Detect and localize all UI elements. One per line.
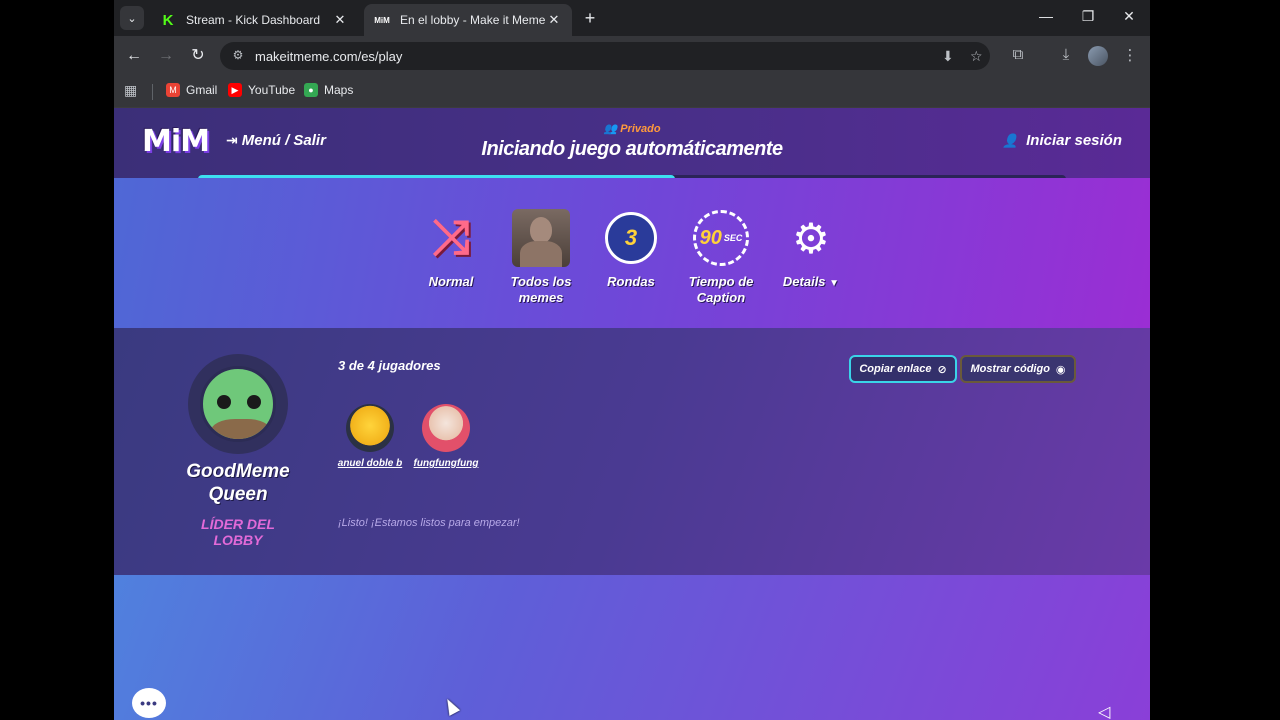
lobby-panel: GoodMeme Queen LÍDER DEL LOBBY 3 de 4 ju… bbox=[114, 328, 1150, 575]
bookmark-youtube[interactable]: ▶ YouTube bbox=[228, 83, 295, 97]
player-name[interactable]: anuel doble b bbox=[332, 458, 408, 469]
memes-thumbnail-icon bbox=[511, 208, 571, 268]
install-app-icon[interactable]: ⬇ bbox=[942, 48, 954, 65]
browser-window: ⌄ K Stream - Kick Dashboard ✕ MiM En el … bbox=[114, 0, 1150, 720]
rounds-icon: 3 bbox=[601, 208, 661, 268]
restore-icon[interactable]: ❐ bbox=[1078, 8, 1098, 25]
people-icon: 👥 bbox=[603, 123, 618, 135]
copy-link-label: Copiar enlace bbox=[859, 363, 932, 375]
gmail-icon: M bbox=[166, 83, 180, 97]
maps-icon: ● bbox=[304, 83, 318, 97]
menu-kebab-icon[interactable]: ⋮ bbox=[1120, 46, 1140, 64]
game-settings: ⤨ Normal Todos los memes 3 Rondas 90 SEC … bbox=[114, 178, 1150, 328]
timer-unit: SEC bbox=[723, 233, 743, 243]
bookmark-maps[interactable]: ● Maps bbox=[304, 83, 353, 97]
setting-mode[interactable]: ⤨ Normal bbox=[406, 208, 496, 290]
forward-icon[interactable]: → bbox=[156, 46, 176, 66]
user-icon: 👤 bbox=[1001, 132, 1019, 148]
chat-bubble-icon[interactable]: ••• bbox=[132, 688, 166, 718]
mim-icon: MiM bbox=[374, 15, 390, 25]
bookmark-label: Gmail bbox=[186, 83, 218, 97]
site-header: MiM ⇥ Menú / Salir 👥 Privado Iniciando j… bbox=[114, 108, 1150, 183]
setting-caption-time[interactable]: 90 SEC Tiempo de Caption bbox=[676, 208, 766, 306]
shuffle-icon: ⤨ bbox=[431, 211, 471, 264]
gear-icon: ⚙ bbox=[792, 214, 830, 262]
bookmark-gmail[interactable]: M Gmail bbox=[166, 83, 217, 97]
link-icon: ⊘ bbox=[937, 363, 947, 376]
copy-link-button[interactable]: Copiar enlace ⊘ bbox=[849, 355, 957, 383]
tab-kick-dashboard[interactable]: K Stream - Kick Dashboard ✕ bbox=[150, 4, 358, 36]
setting-label: Normal bbox=[428, 274, 474, 289]
avatar bbox=[346, 404, 394, 452]
leader-name: GoodMeme Queen bbox=[186, 461, 290, 505]
new-tab-button[interactable]: + bbox=[580, 8, 600, 28]
reload-icon[interactable]: ↻ bbox=[188, 46, 208, 66]
bookmarks-bar: ▦ M Gmail ▶ YouTube ● Maps bbox=[114, 76, 1150, 108]
lobby-status: ¡Listo! ¡Estamos listos para empezar! bbox=[338, 517, 520, 529]
leader-avatar bbox=[188, 354, 288, 454]
player-name[interactable]: fungfungfung bbox=[408, 458, 484, 469]
bookmark-label: Maps bbox=[324, 83, 354, 97]
tab-make-it-meme[interactable]: MiM En el lobby - Make it Meme ✕ bbox=[364, 4, 572, 36]
address-bar[interactable]: ⚙ makeitmeme.com/es/play ⬇ ☆ bbox=[220, 42, 990, 70]
sound-toggle-icon[interactable]: ◁ bbox=[1098, 702, 1110, 720]
tab-title: Stream - Kick Dashboard bbox=[186, 13, 321, 27]
privacy-label: Privado bbox=[620, 123, 661, 135]
setting-label: Tiempo de Caption bbox=[688, 274, 754, 305]
setting-label: Todos los memes bbox=[510, 274, 572, 305]
page-title: Iniciando juego automáticamente bbox=[481, 138, 783, 160]
player-item[interactable]: fungfungfung bbox=[408, 404, 484, 469]
tab-bar: ⌄ K Stream - Kick Dashboard ✕ MiM En el … bbox=[114, 0, 1150, 36]
show-code-label: Mostrar código bbox=[970, 363, 1050, 375]
avatar bbox=[422, 404, 470, 452]
bookmark-star-icon[interactable]: ☆ bbox=[970, 48, 983, 65]
window-close-icon[interactable]: ✕ bbox=[1119, 8, 1139, 25]
show-code-button[interactable]: Mostrar código ◉ bbox=[960, 355, 1076, 383]
players-count: 3 de 4 jugadores bbox=[338, 358, 441, 373]
eye-icon: ◉ bbox=[1055, 363, 1066, 376]
extensions-icon[interactable]: ⧉ bbox=[1008, 46, 1028, 63]
setting-rounds[interactable]: 3 Rondas bbox=[586, 208, 676, 290]
setting-meme-pack[interactable]: Todos los memes bbox=[496, 208, 586, 306]
bookmark-separator bbox=[152, 84, 153, 100]
setting-label: Rondas bbox=[607, 274, 655, 289]
login-label: Iniciar sesión bbox=[1026, 132, 1122, 149]
minimize-icon[interactable]: — bbox=[1036, 8, 1056, 24]
chevron-down-icon: ▼ bbox=[829, 278, 840, 289]
timer-value: 90 bbox=[699, 226, 722, 249]
kick-icon: K bbox=[162, 11, 174, 29]
tab-search-button[interactable]: ⌄ bbox=[120, 6, 144, 30]
tab-title: En el lobby - Make it Meme bbox=[400, 13, 546, 27]
player-item[interactable]: anuel doble b bbox=[332, 404, 408, 469]
apps-grid-icon[interactable]: ▦ bbox=[124, 82, 137, 99]
login-button[interactable]: 👤 Iniciar sesión bbox=[1002, 132, 1122, 149]
setting-label: Details ▼ bbox=[782, 274, 840, 289]
browser-toolbar: ← → ↻ ⚙ makeitmeme.com/es/play ⬇ ☆ ⧉ ⤓ ⋮ bbox=[114, 36, 1150, 76]
profile-avatar[interactable] bbox=[1088, 46, 1108, 66]
page-content: MiM ⇥ Menú / Salir 👥 Privado Iniciando j… bbox=[114, 108, 1150, 720]
privacy-badge: 👥 Privado bbox=[114, 122, 1150, 135]
site-info-icon[interactable]: ⚙ bbox=[230, 48, 246, 64]
close-icon[interactable]: ✕ bbox=[546, 12, 562, 28]
timer-icon: 90 SEC bbox=[691, 208, 751, 268]
youtube-icon: ▶ bbox=[228, 83, 242, 97]
close-icon[interactable]: ✕ bbox=[332, 12, 348, 28]
leader-role-badge: LÍDER DEL LOBBY bbox=[201, 516, 275, 548]
setting-details[interactable]: ⚙ Details ▼ bbox=[766, 208, 856, 292]
downloads-icon[interactable]: ⤓ bbox=[1056, 46, 1076, 63]
url-text: makeitmeme.com/es/play bbox=[255, 49, 403, 64]
back-icon[interactable]: ← bbox=[124, 46, 144, 66]
bookmark-label: YouTube bbox=[248, 83, 296, 97]
